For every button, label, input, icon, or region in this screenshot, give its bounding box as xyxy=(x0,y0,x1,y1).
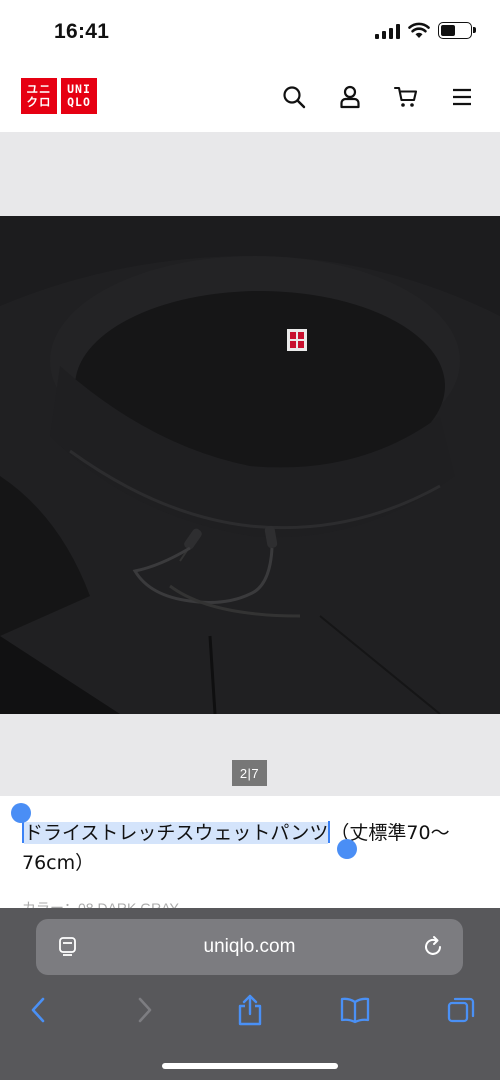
menu-icon[interactable] xyxy=(449,84,475,110)
browser-toolbar xyxy=(0,988,500,1032)
status-icons xyxy=(375,22,476,39)
image-page-indicator: 2|7 xyxy=(232,760,267,786)
product-title[interactable]: ドライストレッチスウェットパンツ （丈標準70〜76cm） xyxy=(22,818,482,878)
status-time: 16:41 xyxy=(54,20,110,43)
logo-katakana: ユニ クロ xyxy=(21,78,57,114)
bookmarks-icon[interactable] xyxy=(337,992,373,1028)
site-header: ユニ クロ UNI QLO xyxy=(0,64,500,132)
battery-fill xyxy=(441,25,455,36)
url-text[interactable]: uniqlo.com xyxy=(36,919,463,975)
cart-icon[interactable] xyxy=(393,84,419,110)
product-title-selected-text[interactable]: ドライストレッチスウェットパンツ xyxy=(24,822,329,844)
product-gallery[interactable]: 2|7 xyxy=(0,132,500,796)
logo-text: クロ xyxy=(26,95,52,109)
wifi-icon xyxy=(408,22,430,38)
tabs-icon[interactable] xyxy=(443,992,479,1028)
share-icon[interactable] xyxy=(232,992,268,1028)
logo-latin: UNI QLO xyxy=(61,78,97,114)
reload-icon[interactable] xyxy=(421,935,445,959)
home-indicator[interactable] xyxy=(162,1063,338,1069)
account-icon[interactable] xyxy=(337,84,363,110)
battery-icon xyxy=(438,22,476,39)
address-bar[interactable]: uniqlo.com xyxy=(36,919,463,975)
selection-end-handle[interactable] xyxy=(337,839,357,859)
header-icons xyxy=(281,84,475,110)
selection-start-handle[interactable] xyxy=(11,803,31,823)
logo-text: QLO xyxy=(67,95,91,109)
forward-icon[interactable] xyxy=(127,992,163,1028)
product-image[interactable] xyxy=(0,216,500,714)
back-icon[interactable] xyxy=(20,992,56,1028)
browser-bottom-bar: uniqlo.com xyxy=(0,908,500,1080)
status-bar: 16:41 xyxy=(0,0,500,64)
search-icon[interactable] xyxy=(281,84,307,110)
uniqlo-logo[interactable]: ユニ クロ UNI QLO xyxy=(21,78,97,114)
cellular-signal-icon xyxy=(375,23,400,39)
